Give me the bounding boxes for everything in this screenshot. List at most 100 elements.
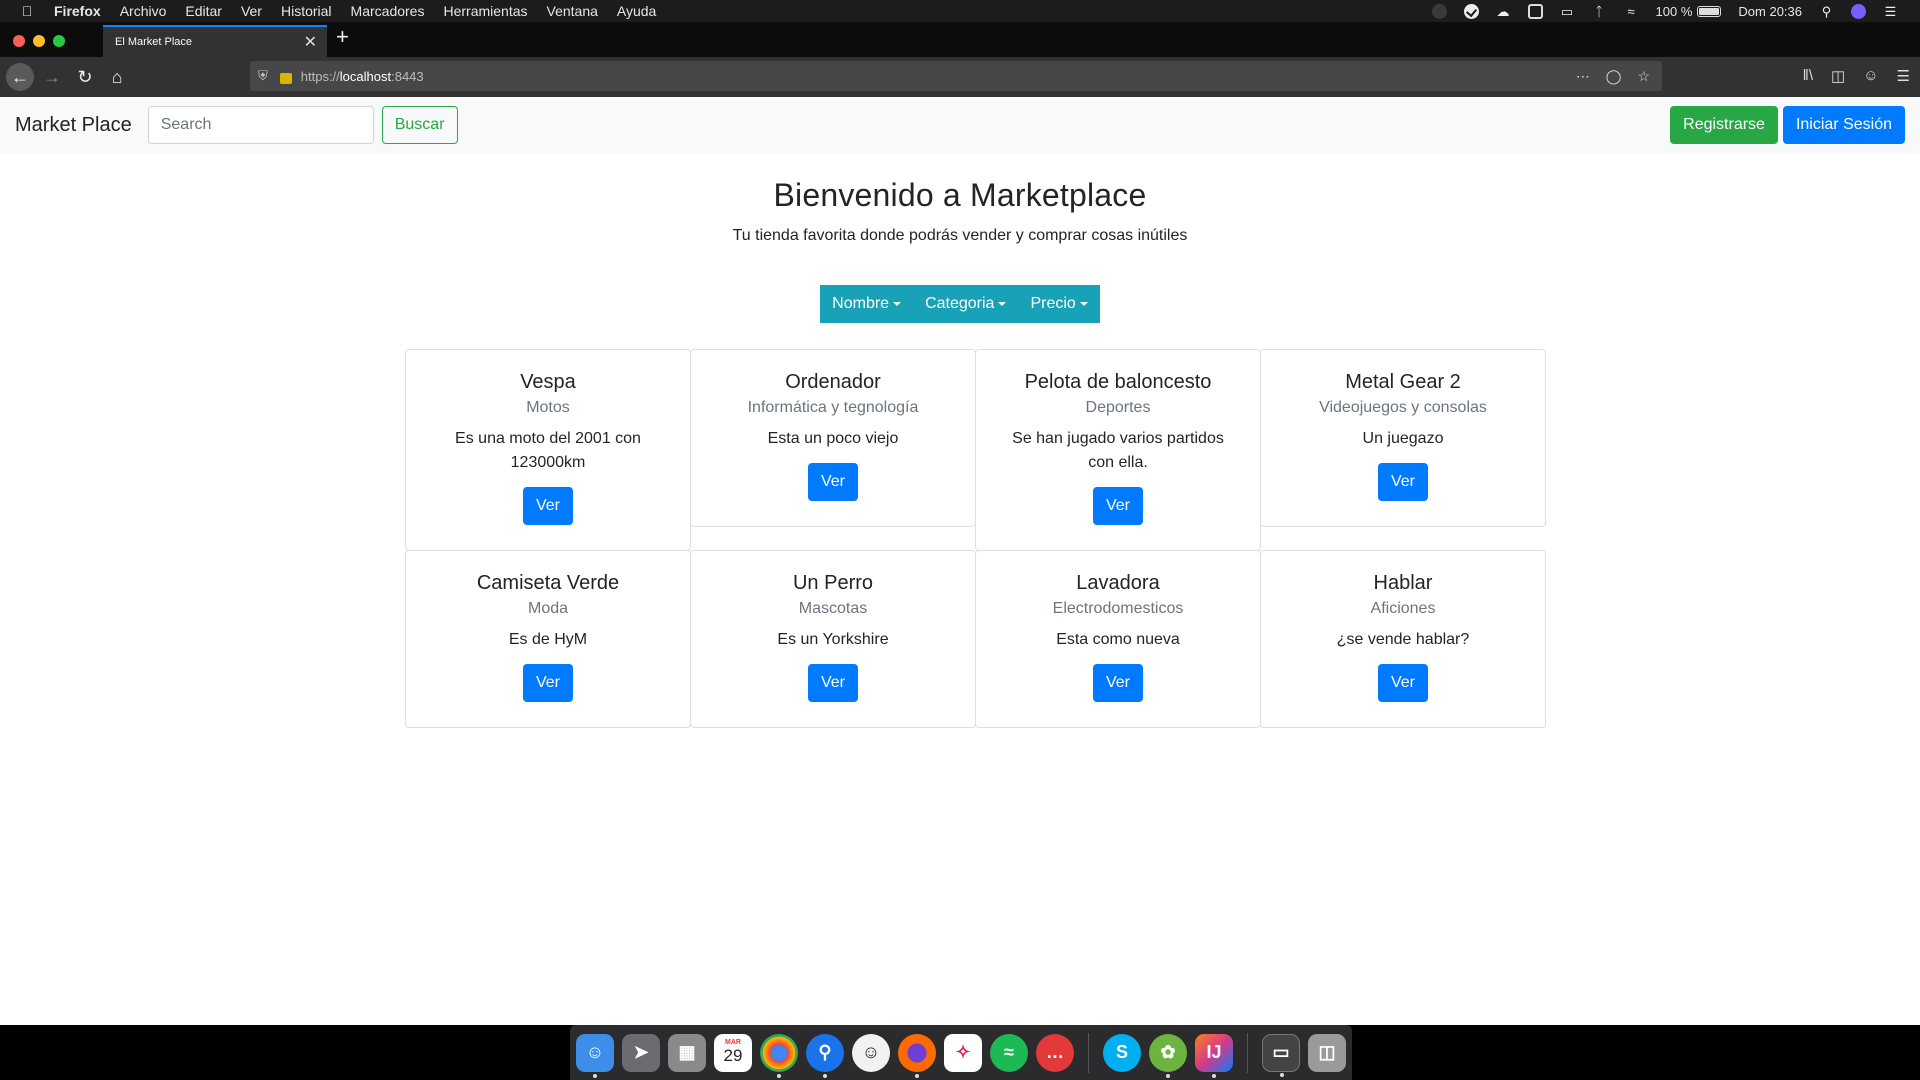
mac-dock: ☺ ➤ ▦ MAR 29 ⚲ ☺ ✧ ≈ … S ✿ IJ ▭ ◫ [570,1025,1352,1080]
menu-historial[interactable]: Historial [281,3,332,19]
menu-ver[interactable]: Ver [241,3,262,19]
view-product-button[interactable]: Ver [1377,664,1428,702]
calendar-icon[interactable]: MAR 29 [714,1033,752,1072]
product-description: Es un Yorkshire [777,631,889,648]
check-icon[interactable] [1463,3,1479,19]
url-bar[interactable]: ⛨ https://localhost:8443 ⋯ ◯ ☆ [250,61,1662,91]
new-tab-button[interactable]: + [336,24,349,50]
wifi-icon[interactable]: ≈ [1624,4,1639,19]
filter-precio-dropdown[interactable]: Precio [1018,285,1100,323]
launchpad-icon[interactable]: ➤ [622,1033,660,1072]
control-center-icon[interactable]: ☰ [1883,4,1898,19]
close-window-button[interactable] [13,35,25,47]
apple-icon[interactable]:  [16,3,38,19]
filter-nombre-dropdown[interactable]: Nombre [820,285,914,323]
product-card: Metal Gear 2 Videojuegos y consolas Un j… [1260,349,1546,527]
page-title: Bienvenido a Marketplace [773,177,1147,213]
register-button[interactable]: Registrarse [1670,106,1778,144]
site-navbar: Market Place Buscar Registrarse Iniciar … [0,97,1920,153]
view-product-button[interactable]: Ver [1092,664,1143,702]
product-card: Un Perro Mascotas Es un Yorkshire Ver [690,550,976,728]
url-port: :8443 [391,68,424,84]
filter-categoria-dropdown[interactable]: Categoria [913,285,1019,323]
view-product-button[interactable]: Ver [807,664,858,702]
dock-separator [1088,1032,1089,1073]
bluetooth-icon[interactable]: ᛏ [1592,4,1607,19]
view-product-button[interactable]: Ver [522,664,573,702]
tracking-shield-icon[interactable]: ⛨ [258,68,268,84]
tab-active[interactable]: El Market Place ✕ [103,25,327,57]
chrome-icon[interactable] [760,1033,798,1078]
maps-icon[interactable]: ⚲ [806,1033,844,1078]
siri-icon[interactable] [1851,3,1866,19]
firefox-icon[interactable] [898,1033,936,1078]
tab-strip: El Market Place ✕ + [0,22,1920,57]
search-input[interactable] [147,106,374,144]
airplay-icon[interactable]: ▭ [1560,4,1575,19]
intellij-icon[interactable]: IJ [1195,1033,1233,1078]
login-button[interactable]: Iniciar Sesión [1782,106,1905,144]
bookmark-star-icon[interactable]: ☆ [1637,68,1650,85]
messages-icon[interactable]: … [1036,1033,1074,1072]
menu-editar[interactable]: Editar [185,3,222,19]
spotlight-search-icon[interactable]: ⚲ [1819,4,1834,19]
trash-icon[interactable]: ◫ [1308,1033,1346,1072]
skype-icon[interactable]: S [1103,1033,1141,1072]
hamburger-menu-icon[interactable]: ☰ [1897,67,1910,85]
filter-nombre-label: Nombre [832,295,890,312]
reload-icon[interactable]: ↻ [71,63,99,91]
tab-close-icon[interactable]: ✕ [304,32,317,52]
menu-ayuda[interactable]: Ayuda [617,3,656,19]
text-icon[interactable] [1527,3,1543,19]
view-product-button[interactable]: Ver [522,487,573,525]
slack-icon[interactable]: ✧ [944,1033,982,1072]
menu-herramientas[interactable]: Herramientas [443,3,527,19]
forward-arrow-icon[interactable]: → [38,63,66,91]
view-product-button[interactable]: Ver [1092,487,1143,525]
pocket-icon[interactable]: ◯ [1606,68,1622,85]
product-title: Hablar [1373,572,1433,594]
menu-ventana[interactable]: Ventana [547,3,598,19]
menu-app-name[interactable]: Firefox [54,3,101,19]
spring-icon[interactable]: ✿ [1149,1033,1187,1078]
library-icon[interactable]: ‖\ [1803,67,1813,85]
menu-marcadores[interactable]: Marcadores [351,3,425,19]
dock-separator [1247,1032,1248,1073]
product-card: Camiseta Verde Moda Es de HyM Ver [405,550,691,728]
product-category: Motos [526,399,570,416]
brand-logo[interactable]: Market Place [15,114,132,137]
product-description: ¿se vende hablar? [1336,631,1470,648]
sidebar-icon[interactable]: ◫ [1831,67,1845,85]
record-icon[interactable] [1431,3,1447,19]
page-actions-icon[interactable]: ⋯ [1576,68,1590,85]
product-title: Vespa [520,371,576,393]
calculator-icon[interactable]: ▦ [668,1033,706,1072]
lock-warning-icon[interactable] [279,72,292,84]
view-product-button[interactable]: Ver [807,463,858,501]
product-card: Ordenador Informática y tegnología Esta … [690,349,976,527]
home-icon[interactable]: ⌂ [103,63,131,91]
finder-icon[interactable]: ☺ [576,1033,614,1078]
emoji-icon[interactable]: ☺ [852,1033,890,1072]
product-title: Ordenador [785,371,881,393]
url-text[interactable]: https://localhost:8443 [301,69,424,84]
battery-status[interactable]: 100 % [1656,4,1722,19]
view-product-button[interactable]: Ver [1377,463,1428,501]
hero-section: Bienvenido a Marketplace Tu tienda favor… [0,177,1920,245]
cloud-icon[interactable]: ☁ [1496,4,1511,19]
product-card: Lavadora Electrodomesticos Esta como nue… [975,550,1261,728]
clock[interactable]: Dom 20:36 [1738,4,1802,19]
product-row: Vespa Motos Es una moto del 2001 con 123… [405,349,1548,551]
filter-categoria-label: Categoria [925,295,995,312]
menu-archivo[interactable]: Archivo [120,3,167,19]
search-button[interactable]: Buscar [381,106,458,144]
back-arrow-icon[interactable]: ← [6,63,34,91]
spotify-icon[interactable]: ≈ [990,1033,1028,1072]
zoom-window-button[interactable] [53,35,65,47]
screen-icon[interactable]: ▭ [1262,1033,1300,1077]
minimize-window-button[interactable] [33,35,45,47]
product-row: Camiseta Verde Moda Es de HyM Ver Un Per… [405,550,1548,751]
product-description: Esta como nueva [1056,631,1180,648]
account-icon[interactable]: ☺ [1863,67,1878,85]
battery-icon [1697,5,1722,17]
